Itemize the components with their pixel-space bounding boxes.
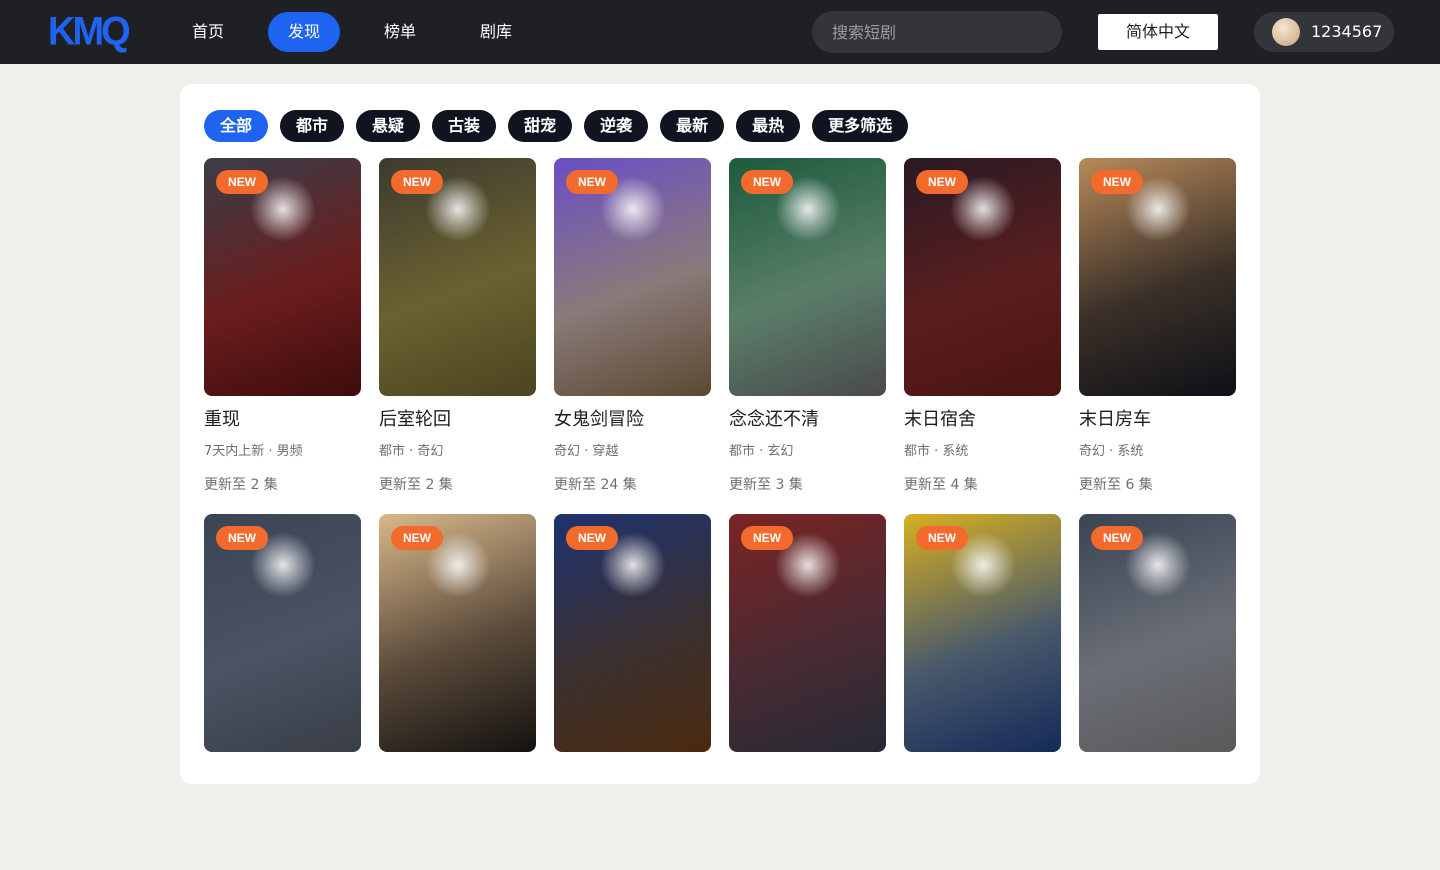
drama-card[interactable]: NEW 念念还不清都市 · 玄幻 更新至 3 集 <box>729 158 886 514</box>
drama-title[interactable]: 末日宿舍 <box>904 408 1061 432</box>
kmq-logo[interactable]: KMQ <box>48 11 131 53</box>
language-button[interactable]: 简体中文 <box>1098 14 1218 50</box>
drama-poster[interactable]: NEW <box>204 514 361 752</box>
drama-poster[interactable]: NEW <box>554 158 711 396</box>
drama-card[interactable]: NEW 重现 7天内上新 · 男频 更新至 2 集 <box>204 158 361 514</box>
drama-card[interactable]: NEW <box>729 514 886 870</box>
drama-genres <box>1079 799 1236 817</box>
drama-episodes <box>1079 832 1236 850</box>
filter-chip[interactable]: 甜宠 <box>508 110 573 142</box>
drama-title[interactable] <box>554 764 711 788</box>
user-menu[interactable]: 1234567 <box>1254 12 1394 52</box>
filter-chip[interactable]: 全部 <box>204 110 269 142</box>
drama-genres: 都市 · 奇幻 <box>379 444 444 459</box>
drama-episodes <box>904 832 1061 850</box>
drama-genres <box>379 799 536 817</box>
search-input[interactable] <box>812 11 1062 53</box>
drama-card[interactable]: NEW 末日房车奇幻 · 系统 更新至 6 集 <box>1079 158 1236 514</box>
new-badge: NEW <box>216 526 268 550</box>
nav-rankings[interactable]: 榜单 <box>368 12 432 52</box>
drama-card[interactable]: NEW <box>1079 514 1236 870</box>
drama-title[interactable] <box>379 764 536 788</box>
drama-genres: 7天内上新 · 男频 <box>204 444 303 459</box>
drama-episodes <box>729 832 886 850</box>
drama-genres <box>554 799 711 817</box>
drama-title[interactable] <box>904 764 1061 788</box>
new-badge: NEW <box>1091 170 1143 194</box>
user-name: 1234567 <box>1311 22 1383 41</box>
drama-grid: NEW 重现 7天内上新 · 男频 更新至 2 集 NEW 后室轮回 都市 · 奇幻 更新至 … <box>204 158 1236 870</box>
drama-card[interactable]: NEW <box>379 514 536 870</box>
drama-genres <box>904 799 1061 817</box>
drama-poster[interactable]: NEW <box>554 514 711 752</box>
new-badge: NEW <box>741 526 793 550</box>
filter-chip[interactable]: 悬疑 <box>356 110 421 142</box>
drama-episodes: 更新至 4 集 <box>904 477 978 493</box>
new-badge: NEW <box>916 526 968 550</box>
nav-home[interactable]: 首页 <box>176 12 240 52</box>
drama-poster[interactable]: NEW <box>1079 514 1236 752</box>
filter-chip[interactable]: 最新 <box>660 110 725 142</box>
filter-chip[interactable]: 逆袭 <box>584 110 649 142</box>
drama-title[interactable]: 后室轮回 <box>379 408 536 432</box>
drama-poster[interactable]: NEW <box>729 514 886 752</box>
new-badge: NEW <box>566 170 618 194</box>
drama-episodes: 更新至 6 集 <box>1079 477 1153 493</box>
drama-poster[interactable]: NEW <box>379 514 536 752</box>
drama-episodes: 更新至 3 集 <box>729 477 803 493</box>
drama-title[interactable] <box>1079 764 1236 788</box>
drama-episodes <box>554 832 711 850</box>
new-badge: NEW <box>916 170 968 194</box>
drama-title[interactable]: 末日房车 <box>1079 408 1236 432</box>
drama-genres <box>204 799 361 817</box>
drama-card[interactable]: NEW 后室轮回都市 · 奇幻 更新至 2 集 <box>379 158 536 514</box>
drama-card[interactable]: NEW 女鬼剑冒险奇幻 · 穿越更新至 24 集 <box>554 158 711 514</box>
drama-genres <box>729 799 886 817</box>
drama-card[interactable]: NEW <box>904 514 1061 870</box>
category-filters: 全部 都市 悬疑 古装 甜宠 逆袭 最新 最热 更多筛选 <box>204 110 909 142</box>
nav-library[interactable]: 剧库 <box>464 12 528 52</box>
avatar <box>1272 18 1300 46</box>
drama-genres: 都市 · 玄幻 <box>729 444 794 459</box>
top-navigation-bar: KMQ 首页 发现 榜单 剧库 简体中文 1234567 <box>0 0 1440 64</box>
drama-poster[interactable]: NEW <box>379 158 536 396</box>
drama-episodes <box>204 832 361 850</box>
drama-title[interactable]: 女鬼剑冒险 <box>554 408 711 432</box>
drama-title[interactable] <box>729 764 886 788</box>
drama-genres: 都市 · 系统 <box>904 444 969 459</box>
drama-genres: 奇幻 · 穿越 <box>554 444 619 459</box>
drama-title[interactable]: 念念还不清 <box>729 408 886 432</box>
nav-discover[interactable]: 发现 <box>268 12 340 52</box>
drama-poster[interactable]: NEW <box>1079 158 1236 396</box>
new-badge: NEW <box>391 170 443 194</box>
drama-genres: 奇幻 · 系统 <box>1079 444 1144 459</box>
new-badge: NEW <box>741 170 793 194</box>
drama-card[interactable]: NEW 末日宿舍都市 · 系统 更新至 4 集 <box>904 158 1061 514</box>
drama-title[interactable] <box>204 764 361 788</box>
new-badge: NEW <box>216 170 268 194</box>
drama-episodes: 更新至 24 集 <box>554 477 637 493</box>
drama-poster[interactable]: NEW <box>204 158 361 396</box>
drama-poster[interactable]: NEW <box>729 158 886 396</box>
filter-chip[interactable]: 都市 <box>280 110 345 142</box>
filter-chip[interactable]: 更多筛选 <box>812 110 909 142</box>
drama-title[interactable]: 重现 <box>204 408 361 432</box>
new-badge: NEW <box>391 526 443 550</box>
new-badge: NEW <box>566 526 618 550</box>
drama-episodes: 更新至 2 集 <box>204 477 278 493</box>
drama-poster[interactable]: NEW <box>904 514 1061 752</box>
drama-episodes: 更新至 2 集 <box>379 477 453 493</box>
filter-chip[interactable]: 古装 <box>432 110 497 142</box>
content-panel: 全部 都市 悬疑 古装 甜宠 逆袭 最新 最热 更多筛选 NEW 重现 7天内上新 · 男频 更新至 … <box>180 84 1260 784</box>
drama-episodes <box>379 832 536 850</box>
drama-poster[interactable]: NEW <box>904 158 1061 396</box>
filter-chip[interactable]: 最热 <box>736 110 801 142</box>
drama-card[interactable]: NEW <box>554 514 711 870</box>
drama-card[interactable]: NEW <box>204 514 361 870</box>
new-badge: NEW <box>1091 526 1143 550</box>
